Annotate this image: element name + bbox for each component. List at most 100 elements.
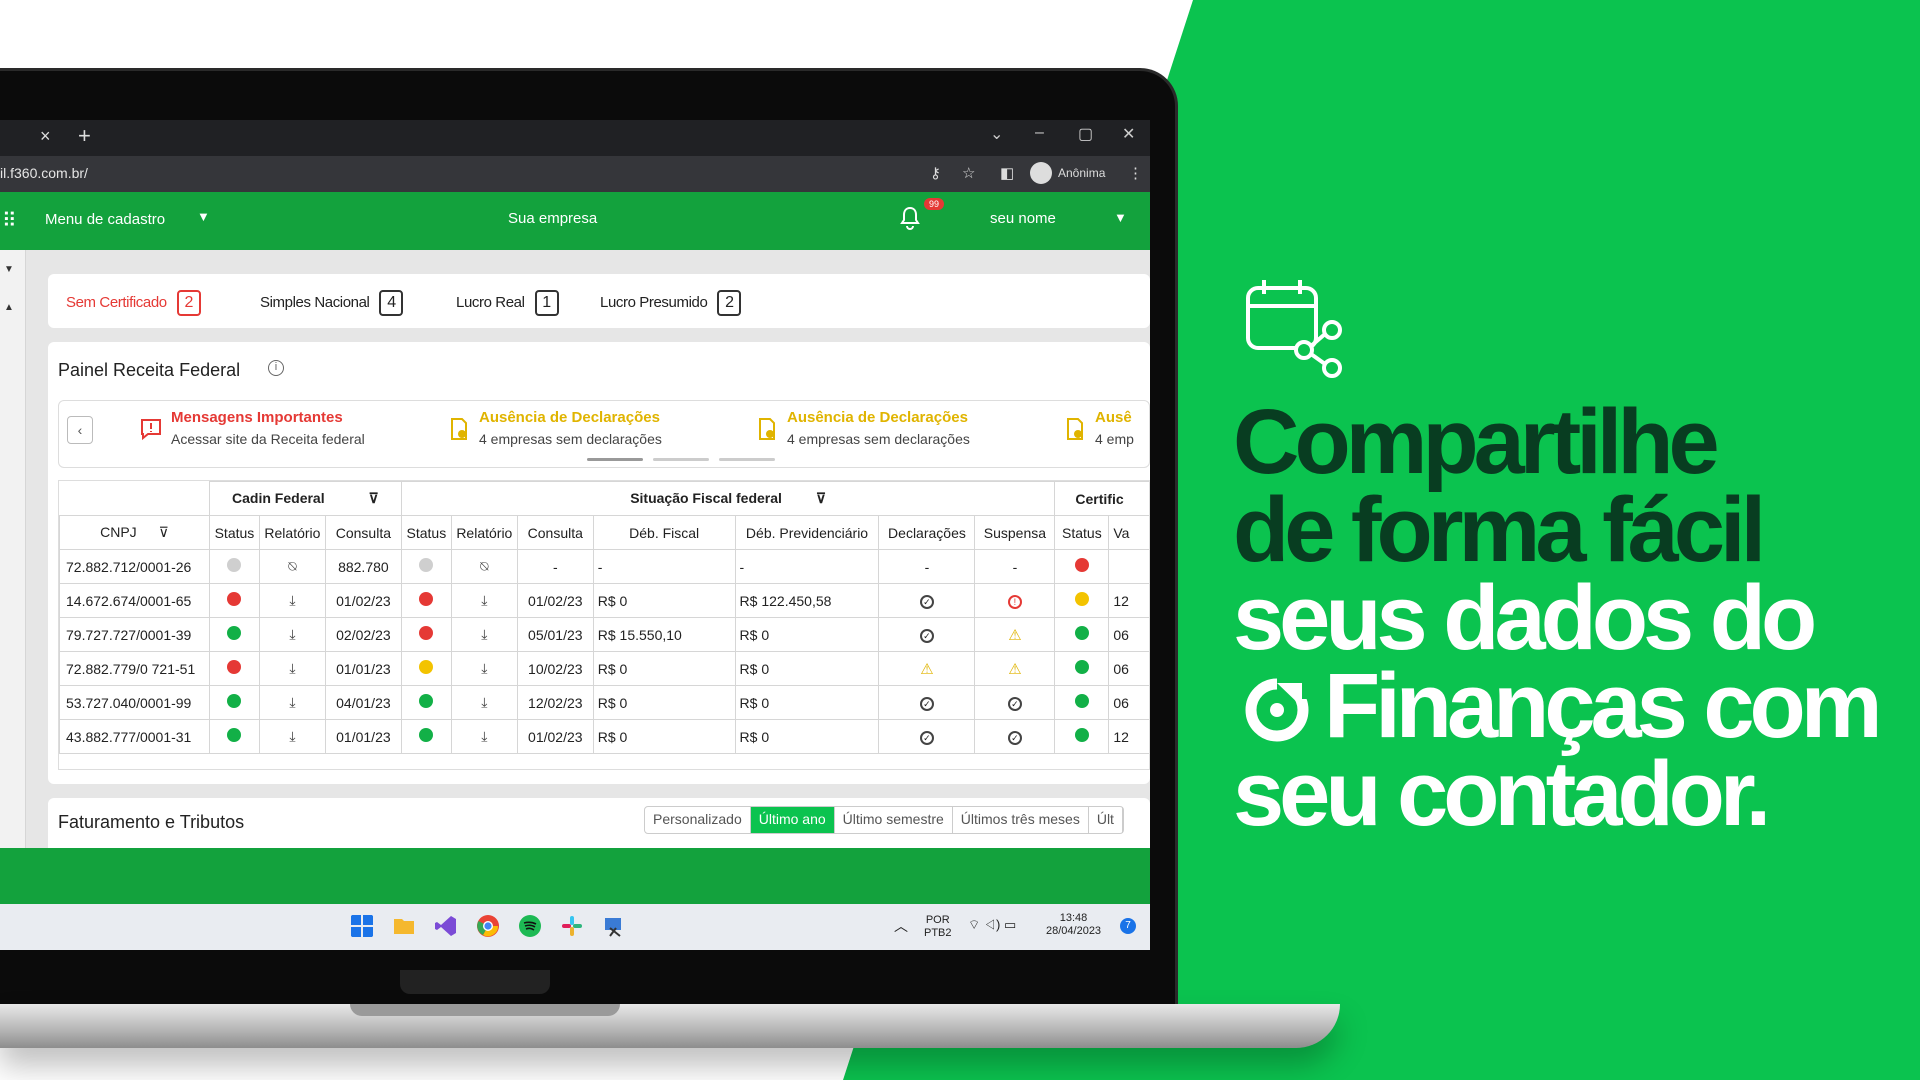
download-icon[interactable]: ⤓	[481, 728, 487, 744]
filter-lucro-presumido[interactable]: Lucro Presumido 2	[600, 290, 742, 316]
download-icon[interactable]: ⤓	[481, 592, 487, 608]
slack-icon[interactable]	[560, 914, 584, 938]
filter-icon[interactable]: ⊽	[369, 490, 379, 506]
download-icon[interactable]: ⤓	[481, 626, 487, 642]
download-icon[interactable]: ⤓	[289, 626, 295, 642]
col-header-cnpj[interactable]: CNPJ ⊽	[59, 515, 210, 550]
status-cell	[400, 685, 452, 720]
company-selector[interactable]: Sua empresa	[508, 210, 597, 227]
alert-title: Mensagens Importantes	[171, 409, 343, 426]
tab-ultimo-ano[interactable]: Último ano	[750, 807, 835, 833]
download-icon[interactable]: ⤓	[481, 660, 487, 676]
check-circle-icon: ✓	[919, 629, 934, 643]
incognito-avatar-icon[interactable]	[1030, 162, 1052, 184]
filter-icon[interactable]: ⊽	[816, 490, 826, 506]
tab-ultimo-semestre[interactable]: Último semestre	[835, 807, 953, 833]
browser-menu-icon[interactable]: ⋮	[1128, 164, 1143, 182]
filter-count: 2	[176, 290, 201, 316]
table-row[interactable]: 79.727.727/0001-39 ⤓ 02/02/23 ⤓ 05/01/23 R$ 1…	[59, 617, 1149, 652]
notification-center-badge[interactable]: 7	[1120, 918, 1136, 934]
alert-subtitle: 4 empresas sem declarações	[787, 431, 970, 447]
filter-label: Lucro Real	[456, 294, 525, 311]
bell-icon[interactable]	[900, 206, 920, 230]
tab-ultimo-cut[interactable]: Últ	[1089, 807, 1123, 833]
cnpj-cell[interactable]: 43.882.777/0001-31	[59, 719, 210, 754]
tab-close-icon[interactable]: ×	[40, 126, 51, 147]
chevron-down-icon[interactable]: ▼	[1114, 210, 1127, 225]
chrome-icon[interactable]	[476, 914, 500, 938]
status-cell	[1054, 685, 1110, 720]
cnpj-cell[interactable]: 14.672.674/0001-65	[59, 583, 210, 618]
new-tab-icon[interactable]: +	[78, 123, 91, 149]
consulta-cell: 01/01/23	[324, 719, 402, 754]
table-row[interactable]: 14.672.674/0001-65 ⤓ 01/02/23 ⤓ 01/02/23 R$ 0…	[59, 583, 1149, 618]
filter-icon[interactable]: ⊽	[159, 524, 169, 540]
table-row[interactable]: 43.882.777/0001-31 ⤓ 01/01/23 ⤓ 01/02/23 R$ 0…	[59, 719, 1149, 754]
chevron-down-icon[interactable]: ▼	[197, 209, 210, 224]
download-icon[interactable]: ⤓	[289, 694, 295, 710]
maximize-icon[interactable]: ▢	[1078, 124, 1093, 144]
snipping-tool-icon[interactable]	[602, 914, 626, 938]
filter-count: 4	[379, 290, 404, 316]
cnpj-cell[interactable]: 53.727.040/0001-99	[59, 685, 210, 720]
url-field[interactable]: il.f360.com.br/	[0, 165, 88, 181]
cnpj-cell[interactable]: 79.727.727/0001-39	[59, 617, 210, 652]
group-label: Certific	[1075, 490, 1124, 507]
minimize-icon[interactable]: –	[1035, 124, 1044, 142]
side-panel-icon[interactable]: ◧	[1000, 164, 1014, 182]
spotify-icon[interactable]	[518, 914, 542, 938]
status-cell	[400, 617, 452, 652]
cadin-group-header: Cadin Federal ⊽	[208, 481, 402, 516]
message-alert-icon	[141, 419, 161, 441]
col-header-status: Status	[208, 515, 260, 550]
caret-down-icon[interactable]: ▼	[4, 264, 14, 275]
table-row[interactable]: 53.727.040/0001-99 ⤓ 04/01/23 ⤓ 12/02/23 R$ 0…	[59, 685, 1149, 720]
visual-studio-icon[interactable]	[434, 914, 458, 938]
tab-list-icon[interactable]: ⌄	[990, 124, 1003, 144]
language-indicator[interactable]: POR PTB2	[924, 914, 952, 940]
download-icon[interactable]: ⤓	[289, 660, 295, 676]
alert-title: Ausência de Declarações	[787, 409, 968, 426]
deb-prev-cell: R$ 0	[734, 651, 880, 686]
close-window-icon[interactable]: ✕	[1122, 124, 1135, 144]
carousel-dot[interactable]	[653, 458, 709, 461]
cnpj-cell[interactable]: 72.882.712/0001-26	[59, 549, 210, 584]
file-explorer-icon[interactable]	[392, 914, 416, 938]
profile-label[interactable]: Anônima	[1058, 166, 1105, 180]
user-menu[interactable]: seu nome	[990, 210, 1056, 227]
windows-start-icon[interactable]	[350, 914, 374, 938]
tray-overflow-icon[interactable]: ︿	[894, 919, 908, 933]
tab-ultimos-tres-meses[interactable]: Últimos três meses	[953, 807, 1089, 833]
clock[interactable]: 13:48 28/04/2023	[1046, 912, 1101, 938]
bookmark-star-icon[interactable]: ☆	[962, 164, 975, 182]
windows-taskbar: ︿ POR PTB2 ⌔ ◁) ▭ 13:48 28/04/2023 7	[0, 904, 1150, 950]
filter-simples-nacional[interactable]: Simples Nacional 4	[260, 290, 404, 316]
info-icon[interactable]: i	[268, 360, 284, 376]
carousel-dot[interactable]	[719, 458, 775, 461]
caret-up-icon[interactable]: ▲	[4, 302, 14, 313]
faturamento-title: Faturamento e Tributos	[58, 812, 245, 832]
menu-cadastro-button[interactable]: Menu de cadastro	[45, 211, 165, 228]
consulta-cell: 10/02/23	[516, 651, 594, 686]
download-icon[interactable]: ⤓	[289, 592, 295, 608]
table-row[interactable]: 72.882.779/0 721-51 ⤓ 01/01/23 ⤓ 10/02/23 R$ …	[59, 651, 1149, 686]
status-cell	[400, 583, 452, 618]
status-dot-icon	[419, 592, 434, 606]
key-icon[interactable]: ⚷	[930, 164, 941, 182]
clock-date: 28/04/2023	[1046, 925, 1102, 937]
wifi-volume-battery-icons[interactable]: ⌔ ◁) ▭	[968, 918, 1016, 931]
download-icon[interactable]: ⤓	[481, 694, 487, 710]
deb-prev-cell: R$ 122.450,58	[734, 583, 880, 618]
carousel-dot[interactable]	[587, 458, 643, 461]
filter-sem-certificado[interactable]: Sem Certificado 2	[66, 290, 201, 316]
suspensa-cell: ✓	[974, 719, 1056, 754]
tab-personalizado[interactable]: Personalizado	[645, 807, 751, 833]
download-icon[interactable]: ⤓	[289, 728, 295, 744]
filter-count: 2	[717, 290, 742, 316]
table-row[interactable]: 72.882.712/0001-26 ⍉ 882.780 ⍉ - - - - -	[59, 549, 1149, 584]
carousel-prev-button[interactable]: ‹	[67, 416, 93, 444]
cnpj-cell[interactable]: 72.882.779/0 721-51	[59, 651, 210, 686]
filter-lucro-real[interactable]: Lucro Real 1	[456, 290, 559, 316]
apps-grid-icon[interactable]: ⠿	[2, 208, 17, 233]
report-cell: ⤓	[450, 719, 518, 754]
